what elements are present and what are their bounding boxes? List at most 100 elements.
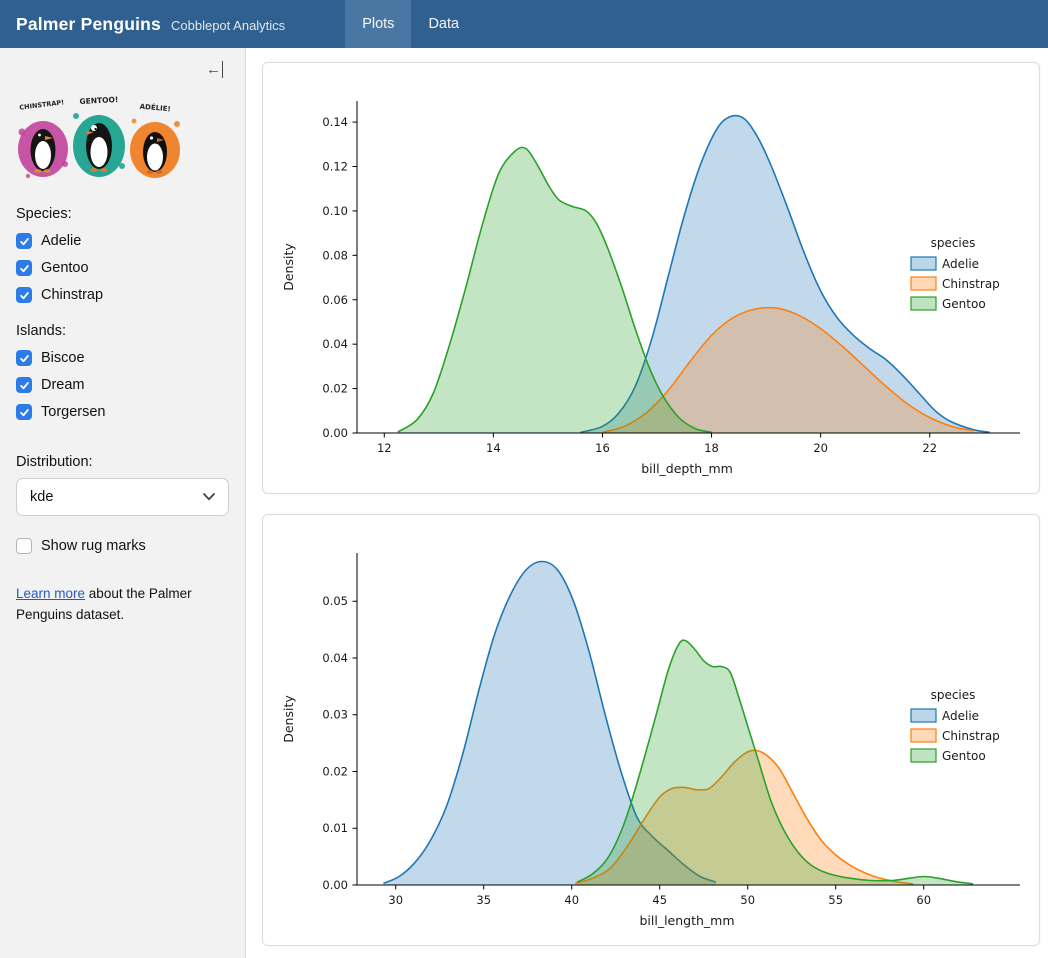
checkbox-box [16,404,32,420]
x-tick-label: 60 [916,893,931,907]
checkbox-box [16,260,32,276]
legend-label: Chinstrap [942,729,1000,743]
x-tick-label: 16 [595,441,610,455]
x-axis-label: bill_depth_mm [641,461,733,476]
checkbox-box [16,350,32,366]
sidebar: ← CHINSTRAP! GENTOO! [0,48,246,958]
artwork-label-adelie: ADÉLIE! [139,102,171,114]
bill-length-density-chart: 30 35 40 45 50 55 60 0.00 0.01 0.02 0.03 0.04 0.05 bi… [271,523,1029,937]
x-tick-label: 45 [652,893,667,907]
y-tick-label: 0.04 [322,651,348,665]
x-tick-label: 30 [388,893,403,907]
check-icon [19,407,30,418]
y-tick-label: 0.01 [322,821,348,835]
checkbox-label: Torgersen [41,404,105,420]
species-section-label: Species: [16,206,229,222]
checkbox-island-dream[interactable]: Dream [16,377,229,393]
learn-more-link[interactable]: Learn more [16,586,85,601]
bill-length-density-card: 30 35 40 45 50 55 60 0.00 0.01 0.02 0.03 0.04 0.05 bi… [262,514,1040,946]
chinstrap-penguin-illustration: CHINSTRAP! [18,98,68,178]
y-tick-label: 0.14 [322,115,348,129]
checkbox-label: Dream [41,377,85,393]
check-icon [19,380,30,391]
x-tick-label: 20 [813,441,828,455]
artwork-label-chinstrap: CHINSTRAP! [19,98,65,111]
legend-label: Adelie [942,709,979,723]
main-content: 12 14 16 18 20 22 0.00 0.02 0.04 0.06 0.08 0.10 0.12… [246,48,1048,958]
gentoo-penguin-illustration: GENTOO! [73,95,125,177]
y-tick-label: 0.00 [322,878,348,892]
y-axis-label: Density [281,695,296,743]
legend-patch-adelie [911,257,936,270]
nav-tabs: Plots Data [345,0,476,48]
collapse-sidebar-icon[interactable]: ← [206,62,223,77]
y-tick-label: 0.10 [322,204,348,218]
penguin-artwork: CHINSTRAP! GENTOO! [16,94,186,186]
legend-label: Gentoo [942,749,986,763]
check-icon [19,353,30,364]
app-subtitle: Cobblepot Analytics [171,15,285,33]
legend-patch-adelie [911,709,936,722]
y-axis-label: Density [281,243,296,291]
app-brand: Palmer Penguins Cobblepot Analytics [0,0,303,48]
x-tick-label: 18 [704,441,719,455]
legend-patch-gentoo [911,297,936,310]
legend-label: Adelie [942,257,979,271]
artwork-label-gentoo: GENTOO! [79,95,118,106]
checkbox-label: Adelie [41,233,81,249]
check-icon [19,263,30,274]
legend-patch-gentoo [911,749,936,762]
chevron-down-icon [203,493,215,501]
y-tick-label: 0.05 [322,594,348,608]
y-tick-label: 0.06 [322,293,348,307]
checkbox-island-torgersen[interactable]: Torgersen [16,404,229,420]
checkbox-box [16,233,32,249]
islands-section-label: Islands: [16,323,229,339]
checkbox-label: Chinstrap [41,287,103,303]
legend-title: species [931,688,976,702]
check-icon [19,290,30,301]
x-tick-label: 50 [740,893,755,907]
check-icon [19,236,30,247]
legend-label: Gentoo [942,297,986,311]
x-axis-label: bill_length_mm [639,913,734,928]
checkbox-label: Show rug marks [41,538,146,554]
distribution-select[interactable]: kde [16,478,229,516]
checkbox-species-adelie[interactable]: Adelie [16,233,229,249]
legend-patch-chinstrap [911,729,936,742]
y-tick-label: 0.02 [322,382,348,396]
x-tick-label: 14 [486,441,501,455]
y-tick-label: 0.02 [322,764,348,778]
tab-plots[interactable]: Plots [345,0,411,48]
distribution-selected-value: kde [30,489,53,505]
tab-data[interactable]: Data [411,0,476,48]
x-tick-label: 55 [828,893,843,907]
app-title: Palmer Penguins [16,14,161,35]
legend-patch-chinstrap [911,277,936,290]
footer-note: Learn more about the Palmer Penguins dat… [16,584,229,626]
legend-title: species [931,236,976,250]
checkbox-island-biscoe[interactable]: Biscoe [16,350,229,366]
y-tick-label: 0.04 [322,337,348,351]
adelie-penguin-illustration: ADÉLIE! [130,102,180,178]
distribution-section-label: Distribution: [16,454,229,470]
y-tick-label: 0.08 [322,248,348,262]
checkbox-species-gentoo[interactable]: Gentoo [16,260,229,276]
x-tick-label: 35 [476,893,491,907]
y-tick-label: 0.00 [322,426,348,440]
y-tick-label: 0.12 [322,160,348,174]
checkbox-box [16,377,32,393]
legend-label: Chinstrap [942,277,1000,291]
x-tick-label: 12 [377,441,392,455]
y-tick-label: 0.03 [322,708,348,722]
x-tick-label: 40 [564,893,579,907]
checkbox-box [16,287,32,303]
checkbox-species-chinstrap[interactable]: Chinstrap [16,287,229,303]
checkbox-label: Gentoo [41,260,89,276]
bill-depth-density-card: 12 14 16 18 20 22 0.00 0.02 0.04 0.06 0.08 0.10 0.12… [262,62,1040,494]
x-tick-label: 22 [922,441,937,455]
navbar: Palmer Penguins Cobblepot Analytics Plot… [0,0,1048,48]
checkbox-box [16,538,32,554]
checkbox-label: Biscoe [41,350,85,366]
checkbox-show-rug-marks[interactable]: Show rug marks [16,538,229,554]
